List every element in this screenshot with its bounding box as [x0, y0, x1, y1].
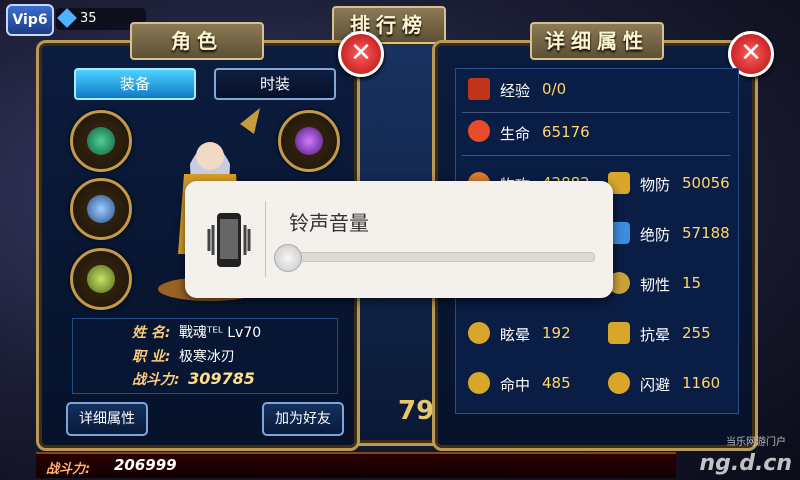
tab-equipment[interactable]: 装备: [74, 68, 196, 100]
volume-slider-track[interactable]: [281, 252, 595, 262]
sword-icon: [87, 195, 115, 223]
name-value: 戰魂ᵀᴱᴸ Lv70: [178, 325, 262, 341]
job-label: 职 业:: [132, 349, 171, 365]
equip-slot-necklace[interactable]: [70, 110, 132, 172]
volume-title: 铃声音量: [289, 211, 369, 235]
bottom-power-label: 战斗力:: [46, 462, 91, 477]
stun-label: 眩晕: [500, 326, 531, 344]
details-button[interactable]: 详细属性: [66, 402, 148, 436]
power-value: 309785: [188, 369, 255, 388]
add-friend-button[interactable]: 加为好友: [262, 402, 344, 436]
exp-label: 经验: [500, 82, 531, 100]
phys-defense-value: 50056: [682, 174, 730, 192]
watermark-site: ng.d.cn: [699, 451, 792, 476]
dodge-icon: [608, 372, 630, 394]
exp-icon: [468, 78, 490, 100]
character-panel-title: 角色: [130, 22, 264, 60]
dialog-divider: [265, 201, 266, 277]
power-row: 战斗力: 309785: [132, 369, 255, 389]
volume-dialog: 铃声音量: [185, 181, 613, 298]
volume-slider-thumb[interactable]: [274, 244, 302, 272]
stun-icon: [468, 322, 490, 344]
job-value: 极寒冰刃: [178, 349, 235, 365]
equip-slot-weapon[interactable]: [70, 178, 132, 240]
vip-badge[interactable]: Vip6: [6, 4, 54, 36]
hp-label: 生命: [500, 125, 531, 143]
hp-value: 65176: [542, 123, 590, 141]
stun-resist-value: 255: [682, 324, 711, 342]
exp-value: 0/0: [542, 80, 567, 98]
hit-value: 485: [542, 374, 571, 392]
phys-defense-label: 物防: [640, 176, 671, 194]
name-label: 姓 名:: [132, 325, 171, 341]
stun-value: 192: [542, 324, 571, 342]
divider: [462, 155, 730, 156]
equip-slot-helmet[interactable]: [278, 110, 340, 172]
helmet-icon: [295, 127, 323, 155]
ranking-partial-number: 79: [398, 396, 435, 426]
tab-fashion[interactable]: 时装: [214, 68, 336, 100]
close-character-button[interactable]: ✕: [338, 31, 384, 77]
ring-icon: [87, 265, 115, 293]
toughness-label: 韧性: [640, 276, 671, 294]
necklace-icon: [87, 127, 115, 155]
bottom-power-value: 206999: [114, 456, 177, 474]
abs-defense-value: 57188: [682, 224, 730, 242]
phone-ringer-icon[interactable]: [205, 209, 253, 271]
stun-resist-icon: [608, 322, 630, 344]
equip-slot-ring[interactable]: [70, 248, 132, 310]
name-row: 姓 名: 戰魂ᵀᴱᴸ Lv70: [132, 322, 261, 342]
stun-resist-label: 抗晕: [640, 326, 671, 344]
toughness-value: 15: [682, 274, 702, 292]
dodge-label: 闪避: [640, 376, 671, 394]
power-label: 战斗力:: [132, 372, 180, 388]
bottom-power-bar: 战斗力: 206999: [36, 452, 676, 478]
job-row: 职 业: 极寒冰刃: [132, 346, 235, 366]
hit-label: 命中: [500, 376, 531, 394]
watermark-slogan: 当乐网游门户: [726, 437, 786, 448]
dodge-value: 1160: [682, 374, 721, 392]
attributes-panel-title: 详细属性: [530, 22, 664, 60]
divider: [462, 112, 730, 113]
heart-icon: [468, 120, 490, 142]
hit-icon: [468, 372, 490, 394]
abs-defense-label: 绝防: [640, 226, 671, 244]
